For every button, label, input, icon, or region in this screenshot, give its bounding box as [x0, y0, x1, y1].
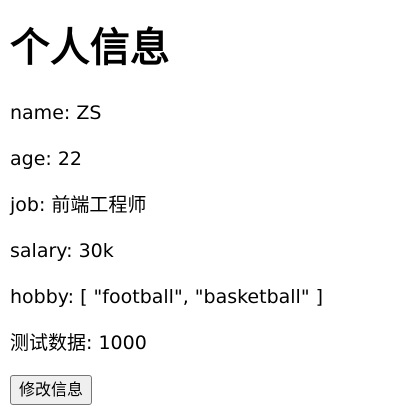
edit-info-button[interactable]: 修改信息 [10, 375, 93, 405]
name-value: ZS [76, 102, 102, 124]
test-data-row: 测试数据: 1000 [10, 331, 147, 355]
name-row: name: ZS [10, 101, 101, 125]
job-value: 前端工程师 [51, 194, 147, 216]
job-row: job: 前端工程师 [10, 193, 146, 217]
name-label: name: [10, 102, 71, 124]
salary-label: salary: [10, 240, 73, 262]
age-label: age: [10, 148, 52, 170]
age-value: 22 [57, 148, 83, 170]
page-title: 个人信息 [10, 25, 170, 71]
test-data-label: 测试数据: [10, 332, 93, 354]
salary-row: salary: 30k [10, 239, 114, 263]
hobby-value: [ "football", "basketball" ] [80, 286, 324, 308]
job-label: job: [10, 194, 46, 216]
hobby-label: hobby: [10, 286, 75, 308]
hobby-row: hobby: [ "football", "basketball" ] [10, 285, 323, 309]
test-data-value: 1000 [98, 332, 147, 354]
age-row: age: 22 [10, 147, 82, 171]
salary-value: 30k [78, 240, 114, 262]
